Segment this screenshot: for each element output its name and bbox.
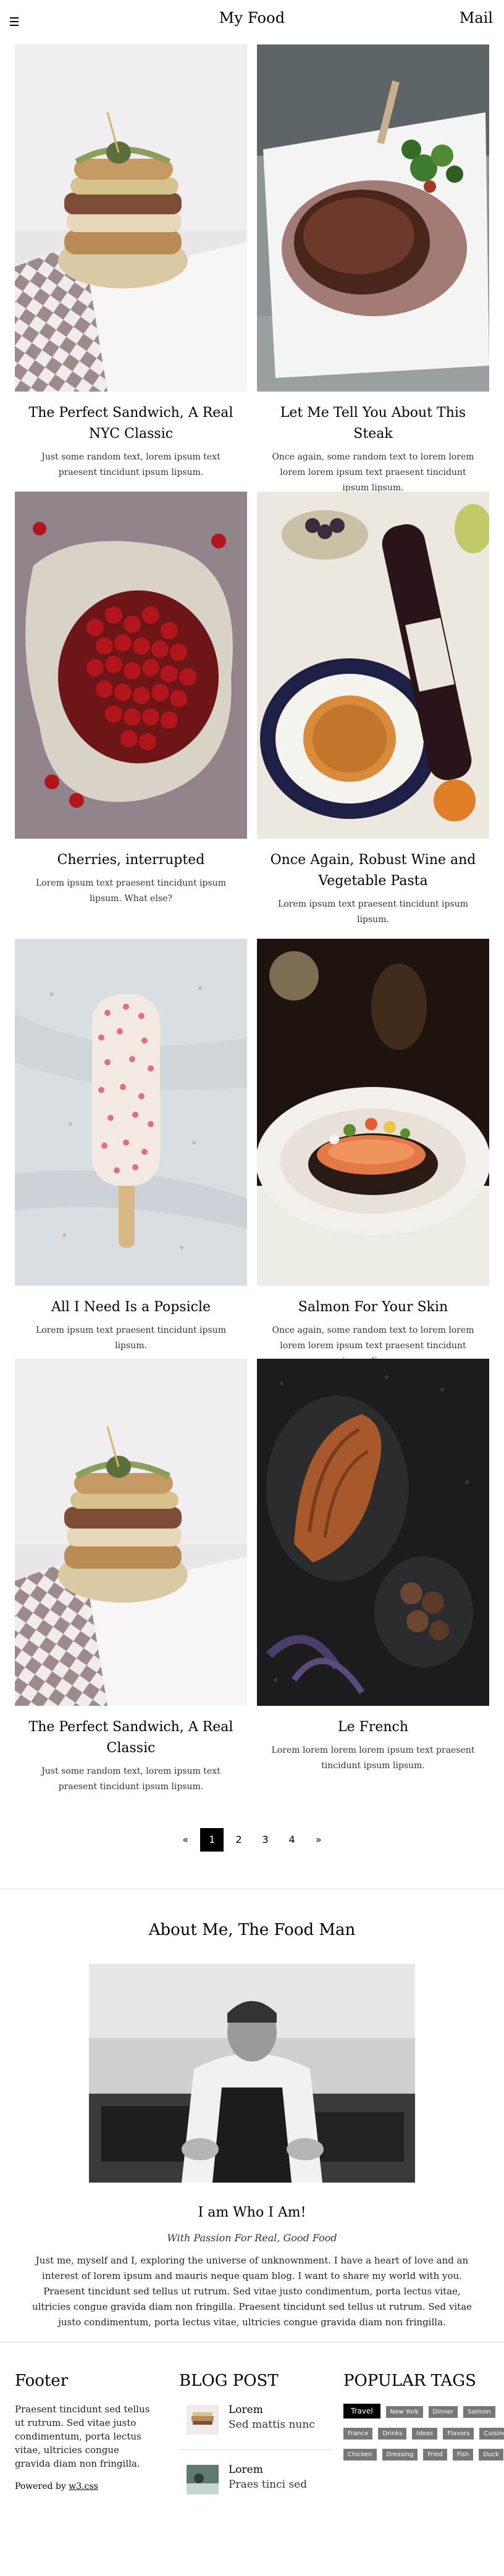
powered-by: Powered by w3.css [15, 2482, 157, 2491]
blog-item-title: Lorem [229, 2464, 263, 2476]
post-card[interactable]: Once Again, Robust Wine and Vegetable Pa… [257, 492, 489, 928]
mail-link[interactable]: Mail [460, 9, 493, 27]
post-card[interactable]: Cherries, interrupted Lorem ipsum text p… [15, 492, 247, 907]
about-subtitle: With Passion For Real, Good Food [167, 2232, 337, 2244]
tag-fish[interactable]: Fish [452, 2449, 474, 2461]
cherries-photo[interactable] [15, 492, 247, 839]
tag-cuisine[interactable]: Cuisine [479, 2428, 504, 2440]
post-title[interactable]: Le French [257, 1717, 489, 1738]
about-name: I am Who I Am! [198, 2205, 306, 2220]
post-excerpt: Just some random text, lorem ipsum text … [41, 452, 220, 477]
post-card[interactable]: Salmon For Your Skin Once again, some ra… [257, 939, 489, 1369]
post-card[interactable]: The Perfect Sandwich, A Real NYC Classic… [15, 44, 247, 480]
pagination: « 1 2 3 4 » [0, 1828, 504, 1852]
post-excerpt: Lorem ipsum text praesent tincidunt ipsu… [36, 878, 226, 904]
tag-dinner[interactable]: Dinner [428, 2406, 458, 2418]
pagination-page-1[interactable]: 1 [200, 1828, 224, 1852]
post-excerpt: Once again, some random text to lorem lo… [272, 452, 474, 493]
blog-post-item[interactable]: Lorem Praes tinci sed [179, 2462, 334, 2498]
footer-title: Footer [15, 2372, 69, 2390]
post-title[interactable]: Cherries, interrupted [15, 850, 247, 871]
post-card[interactable]: The Perfect Sandwich, A Real Classic Jus… [15, 1359, 247, 1795]
tag-travel[interactable]: Travel [343, 2404, 380, 2419]
post-title[interactable]: Let Me Tell You About This Steak [257, 403, 489, 445]
site-title: My Food [219, 9, 285, 27]
tag-flavors[interactable]: Flavors [443, 2428, 474, 2440]
post-excerpt: Lorem lorem lorem lorem ipsum text praes… [271, 1745, 475, 1771]
post-card[interactable]: All I Need Is a Popsicle Lorem ipsum tex… [15, 939, 247, 1354]
post-excerpt: Lorem ipsum text praesent tincidunt ipsu… [36, 1325, 226, 1351]
blog-item-subtitle: Praes tinci sed [229, 2478, 308, 2491]
post-title[interactable]: Once Again, Robust Wine and Vegetable Pa… [257, 850, 489, 892]
powered-link[interactable]: w3.css [69, 2482, 98, 2491]
tag-chicken[interactable]: Chicken [343, 2449, 377, 2461]
post-excerpt: Just some random text, lorem ipsum text … [41, 1766, 220, 1792]
footer-column: Footer Praesent tincidunt sed tellus ut … [15, 2372, 157, 2491]
pagination-next[interactable]: » [307, 1828, 330, 1852]
tag-fried[interactable]: Fried [423, 2449, 447, 2461]
post-excerpt: Lorem ipsum text praesent tincidunt ipsu… [278, 899, 468, 925]
tag-drinks[interactable]: Drinks [378, 2428, 407, 2440]
sandwich-photo[interactable] [15, 44, 247, 392]
popular-tags-column: POPULAR TAGS Travel New York Dinner Salm… [343, 2372, 504, 2468]
wine-pasta-photo[interactable] [257, 492, 489, 839]
sandwich-photo[interactable] [15, 1359, 247, 1706]
pagination-prev[interactable]: « [174, 1828, 197, 1852]
powered-prefix: Powered by [15, 2482, 69, 2491]
blog-divider [179, 2449, 334, 2450]
post-title[interactable]: Salmon For Your Skin [257, 1297, 489, 1318]
tag-france[interactable]: France [343, 2428, 373, 2440]
tag-list: Travel New York Dinner Salmon France Dri… [343, 2404, 504, 2468]
top-bar: My Food Mail [0, 0, 504, 40]
blog-post-column: BLOG POST Lorem Sed mattis nunc Lorem Pr… [179, 2372, 334, 2498]
post-card[interactable]: Let Me Tell You About This Steak Once ag… [257, 44, 489, 496]
footer-text: Praesent tincidunt sed tellus ut rutrum.… [15, 2404, 150, 2469]
tag-salmon[interactable]: Salmon [463, 2406, 495, 2418]
blog-thumbnail [187, 2405, 219, 2435]
tag-new-york[interactable]: New York [385, 2406, 423, 2418]
blog-post-item[interactable]: Lorem Sed mattis nunc [179, 2402, 334, 2438]
salmon-photo[interactable] [257, 939, 489, 1286]
post-title[interactable]: The Perfect Sandwich, A Real Classic [15, 1717, 247, 1759]
tag-duck[interactable]: Duck [479, 2449, 503, 2461]
pagination-page-3[interactable]: 3 [254, 1828, 277, 1852]
croissant-photo[interactable] [257, 1359, 489, 1706]
post-title[interactable]: The Perfect Sandwich, A Real NYC Classic [15, 403, 247, 445]
about-text: Just me, myself and I, exploring the uni… [32, 2255, 472, 2328]
pagination-page-4[interactable]: 4 [280, 1828, 304, 1852]
popular-tags-title: POPULAR TAGS [343, 2372, 476, 2390]
blog-item-subtitle: Sed mattis nunc [229, 2419, 315, 2431]
pagination-page-2[interactable]: 2 [227, 1828, 250, 1852]
tag-dressing[interactable]: Dressing [382, 2449, 418, 2461]
about-title: About Me, The Food Man [148, 1921, 356, 1939]
post-title[interactable]: All I Need Is a Popsicle [15, 1297, 247, 1318]
steak-photo[interactable] [257, 44, 489, 392]
chef-photo [89, 1964, 415, 2183]
blog-thumbnail [187, 2465, 219, 2494]
tag-ideas[interactable]: Ideas [412, 2428, 438, 2440]
post-card[interactable]: Le French Lorem lorem lorem lorem ipsum … [257, 1359, 489, 1774]
popsicle-photo[interactable] [15, 939, 247, 1286]
blog-item-title: Lorem [229, 2404, 263, 2416]
section-divider [0, 2342, 504, 2343]
blog-post-title: BLOG POST [179, 2372, 279, 2390]
